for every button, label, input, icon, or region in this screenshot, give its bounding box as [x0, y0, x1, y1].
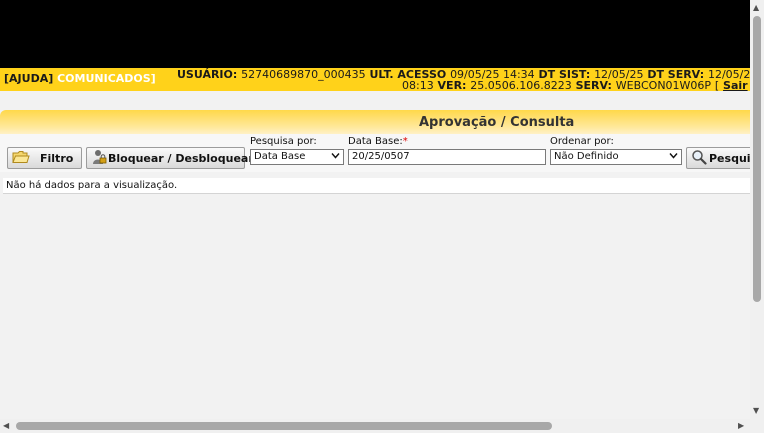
scroll-right-arrow-icon[interactable]: ▶ — [738, 421, 744, 431]
usuario-label: USUÁRIO: — [177, 68, 238, 81]
top-links: [AJUDA] COMUNICADOS] — [4, 72, 156, 85]
scrollbar-corner — [750, 419, 764, 433]
data-base-value: 20/25/0507 — [352, 151, 410, 162]
empty-results-message: Não há dados para a visualização. — [6, 180, 178, 191]
browser-viewport: [AJUDA] COMUNICADOS] USUÁRIO: 5274068987… — [0, 0, 750, 419]
filtro-label: Filtro — [40, 151, 74, 165]
ordenar-por-select[interactable]: Não Definido — [550, 149, 682, 165]
pesquisa-por-value: Data Base — [254, 151, 306, 162]
pesquisar-label: Pesquisar — [709, 151, 750, 165]
vertical-scroll-thumb[interactable] — [753, 16, 761, 302]
folder-icon — [12, 150, 30, 167]
filtro-button[interactable]: Filtro — [7, 147, 82, 169]
magnifier-icon — [691, 149, 707, 168]
results-panel: Não há dados para a visualização. — [3, 178, 750, 194]
chevron-down-icon — [669, 151, 678, 163]
ordenar-por-label: Ordenar por: — [550, 136, 614, 147]
scroll-left-arrow-icon[interactable]: ◀ — [3, 421, 9, 431]
pesquisa-por-select[interactable]: Data Base — [250, 149, 344, 165]
data-base-label: Data Base:* — [348, 136, 408, 147]
ordenar-por-value: Não Definido — [554, 151, 619, 162]
pesquisar-button[interactable]: Pesquisar — [686, 147, 750, 169]
usuario-value: 52740689870_000435 — [241, 68, 366, 81]
main-content: Aprovação / Consulta Filtro Bloquear / D… — [0, 91, 750, 419]
pesquisa-por-label: Pesquisa por: — [250, 136, 317, 147]
horizontal-scroll-thumb[interactable] — [16, 422, 552, 430]
top-header-bar: [AJUDA] COMUNICADOS] USUÁRIO: 5274068987… — [0, 68, 750, 92]
ajuda-link[interactable]: [AJUDA] — [4, 72, 53, 85]
scroll-down-arrow-icon[interactable]: ▼ — [753, 406, 759, 416]
data-base-label-text: Data Base: — [348, 136, 403, 147]
page-title: Aprovação / Consulta — [419, 115, 575, 130]
chevron-down-icon — [331, 151, 340, 163]
vertical-scrollbar[interactable]: ▲ ▼ — [750, 0, 764, 419]
data-base-input[interactable]: 20/25/0507 — [348, 149, 546, 165]
bloquear-desbloquear-label: Bloquear / Desbloquear — [108, 151, 254, 165]
required-asterisk: * — [402, 136, 408, 147]
title-band: Aprovação / Consulta — [0, 110, 750, 134]
user-lock-icon — [91, 149, 107, 168]
comunicados-link[interactable]: COMUNICADOS] — [57, 72, 156, 85]
toolbar: Filtro Bloquear / Desbloquear Pesquisa p… — [0, 134, 750, 172]
horizontal-scrollbar[interactable]: ◀ ▶ — [0, 419, 750, 433]
scroll-up-arrow-icon[interactable]: ▲ — [753, 3, 759, 13]
bloquear-desbloquear-button[interactable]: Bloquear / Desbloquear — [86, 147, 254, 169]
